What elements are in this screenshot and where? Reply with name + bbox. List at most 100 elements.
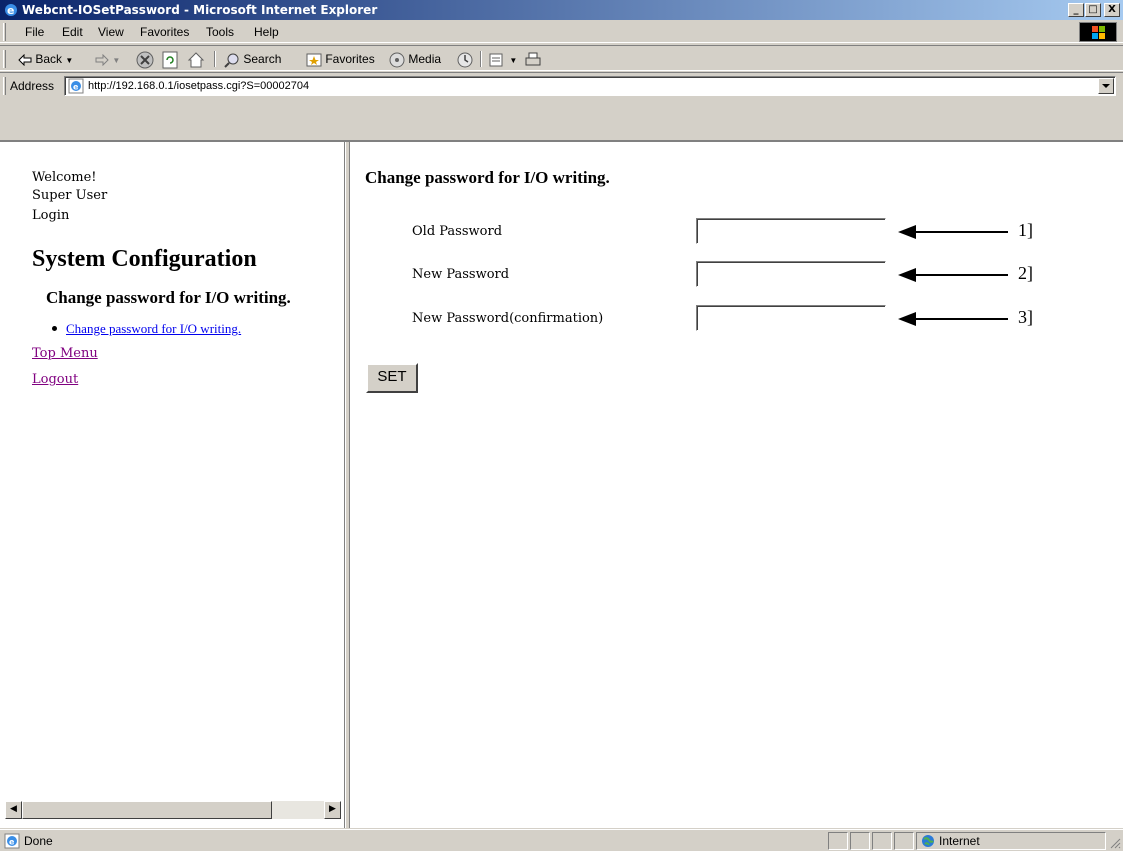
top-menu-link[interactable]: Top Menu — [32, 346, 98, 361]
title-bar: e Webcnt-IOSetPassword - Microsoft Inter… — [0, 0, 1123, 20]
arrow-left-icon — [898, 312, 1008, 326]
favorites-label: Favorites — [325, 52, 375, 66]
address-label: Address — [10, 79, 55, 93]
media-label: Media — [408, 52, 442, 66]
zone-label: Internet — [939, 834, 980, 848]
old-password-label: Old Password — [412, 224, 503, 239]
svg-text:e: e — [7, 4, 14, 17]
print-icon — [525, 52, 541, 66]
toolbar-grip — [3, 50, 6, 68]
logout-link[interactable]: Logout — [32, 372, 78, 387]
right-frame: Change password for I/O writing. Old Pas… — [350, 142, 1123, 828]
new-password-field[interactable] — [696, 261, 886, 287]
left-frame: Welcome! Super User Login System Configu… — [0, 142, 345, 828]
address-bar: Address e http://192.168.0.1/iosetpass.c… — [0, 72, 1123, 98]
callout-1: 1] — [1018, 220, 1033, 240]
favorites-button[interactable]: Favorites — [306, 50, 375, 68]
standard-toolbar: Back ▼ ▼ Search Favorites Media ▼ — [0, 45, 1123, 71]
status-bar: e Done Internet — [0, 829, 1123, 851]
menu-edit[interactable]: Edit — [62, 25, 83, 39]
svg-text:e: e — [9, 838, 15, 847]
search-button[interactable]: Search — [224, 50, 281, 68]
maximize-button[interactable]: □ — [1085, 3, 1101, 17]
svg-text:e: e — [73, 83, 79, 92]
menubar-grip — [3, 23, 6, 41]
mail-button[interactable]: ▼ — [488, 50, 517, 68]
close-button[interactable]: X — [1104, 3, 1120, 17]
favorites-icon — [306, 53, 322, 67]
security-zone: Internet — [916, 832, 1106, 850]
callout-3: 3] — [1018, 307, 1033, 327]
history-icon — [457, 52, 473, 68]
horizontal-scrollbar[interactable]: ◀ ▶ — [5, 801, 341, 819]
menu-help[interactable]: Help — [254, 25, 279, 39]
globe-icon — [922, 835, 934, 847]
scroll-thumb[interactable] — [22, 801, 272, 819]
minimize-button[interactable]: _ — [1068, 3, 1084, 17]
ie-page-icon: e — [4, 833, 20, 849]
system-configuration-heading: System Configuration — [32, 246, 257, 272]
old-password-field[interactable] — [696, 218, 886, 244]
scroll-left-button[interactable]: ◀ — [5, 801, 22, 819]
arrow-left-icon — [898, 225, 1008, 239]
toolbar-separator — [480, 51, 482, 67]
resize-grip-icon[interactable] — [1109, 837, 1121, 849]
media-icon — [389, 52, 405, 68]
chevron-down-icon[interactable]: ▼ — [112, 56, 120, 65]
change-password-link[interactable]: Change password for I/O writing. — [66, 321, 241, 336]
sidebar-item-change-password: Change password for I/O writing. — [52, 321, 241, 337]
welcome-text: Welcome! — [32, 170, 97, 185]
confirm-password-field[interactable] — [696, 305, 886, 331]
arrow-left-icon — [898, 268, 1008, 282]
callout-2: 2] — [1018, 263, 1033, 283]
status-cell — [828, 832, 848, 850]
scroll-right-button[interactable]: ▶ — [324, 801, 341, 819]
toolbar-separator — [214, 51, 216, 67]
search-icon — [224, 53, 239, 68]
back-label: Back — [35, 52, 63, 66]
mail-icon — [489, 53, 503, 67]
back-arrow-icon — [18, 53, 32, 67]
sidebar-subheading: Change password for I/O writing. — [46, 288, 291, 307]
status-cell — [872, 832, 892, 850]
forward-arrow-icon — [95, 53, 109, 67]
address-dropdown-button[interactable] — [1098, 78, 1114, 94]
status-cell — [894, 832, 914, 850]
back-button[interactable]: Back ▼ — [18, 50, 73, 68]
print-button[interactable] — [524, 50, 542, 68]
history-button[interactable] — [456, 50, 474, 68]
confirm-password-label: New Password(confirmation) — [412, 311, 604, 326]
stop-icon — [136, 51, 154, 69]
menu-bar: File Edit View Favorites Tools Help — [0, 21, 1123, 43]
forward-button[interactable]: ▼ — [95, 50, 120, 68]
page-content: Welcome! Super User Login System Configu… — [0, 140, 1123, 828]
login-text: Login — [32, 208, 70, 223]
ie-page-icon: e — [68, 78, 84, 94]
chevron-down-icon[interactable]: ▼ — [65, 56, 73, 65]
home-button[interactable] — [187, 50, 205, 68]
status-cell — [850, 832, 870, 850]
set-button[interactable]: SET — [366, 363, 418, 393]
menu-view[interactable]: View — [98, 25, 124, 39]
home-icon — [187, 52, 205, 68]
search-label: Search — [243, 52, 282, 66]
refresh-icon — [162, 51, 178, 69]
form-title: Change password for I/O writing. — [365, 168, 610, 187]
windows-flag-icon — [1092, 26, 1105, 39]
status-text: Done — [24, 834, 53, 848]
menu-favorites[interactable]: Favorites — [140, 25, 189, 39]
addressbar-grip — [3, 77, 6, 95]
user-name: Super User — [32, 188, 108, 203]
ie-logo-icon: e — [5, 4, 17, 17]
stop-button[interactable] — [136, 50, 154, 69]
media-button[interactable]: Media — [389, 50, 441, 68]
address-input[interactable]: e http://192.168.0.1/iosetpass.cgi?S=000… — [64, 76, 1116, 96]
menu-tools[interactable]: Tools — [206, 25, 234, 39]
chevron-down-icon — [1102, 84, 1110, 88]
chevron-down-icon[interactable]: ▼ — [509, 56, 517, 65]
menu-file[interactable]: File — [25, 25, 44, 39]
browser-window: e Webcnt-IOSetPassword - Microsoft Inter… — [0, 0, 1123, 851]
refresh-button[interactable] — [161, 50, 179, 69]
window-title: Webcnt-IOSetPassword - Microsoft Interne… — [22, 3, 378, 17]
windows-throbber — [1079, 22, 1117, 42]
